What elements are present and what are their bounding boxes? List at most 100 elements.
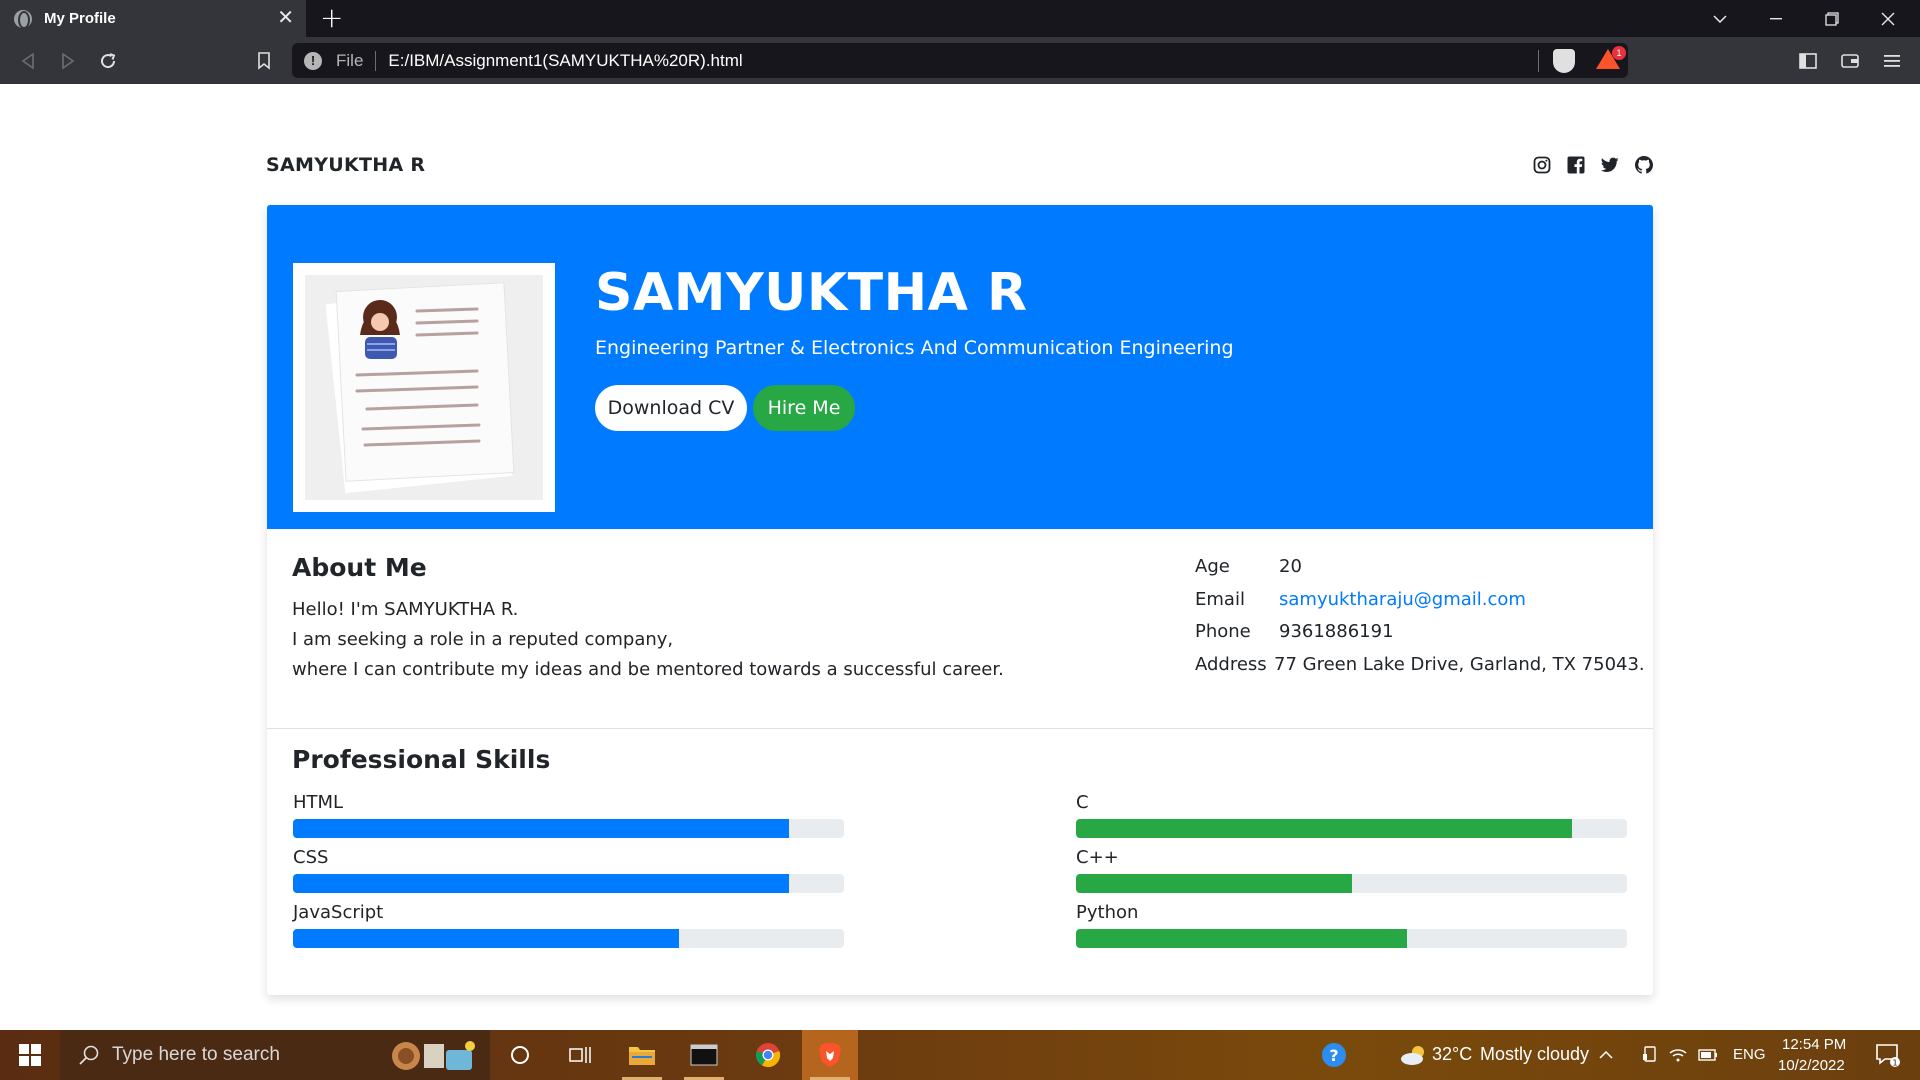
- skill-fill-css: [293, 874, 789, 893]
- info-key-phone: Phone: [1195, 621, 1251, 642]
- skill-label-html: HTML: [293, 792, 344, 813]
- about-line-1: Hello! I'm SAMYUKTHA R.: [292, 599, 519, 620]
- search-icon: [78, 1044, 100, 1066]
- about-line-2: I am seeking a role in a reputed company…: [292, 629, 674, 650]
- search-placeholder: Type here to search: [112, 1044, 280, 1065]
- windows-logo-icon: [19, 1044, 41, 1066]
- sidebar-toggle-icon[interactable]: [1794, 47, 1822, 75]
- hire-me-button[interactable]: Hire Me: [753, 385, 855, 431]
- taskbar-search[interactable]: Type here to search: [60, 1030, 490, 1080]
- page-viewport: SAMYUKTHA R SAMYUKTHA R Engineering Part…: [0, 84, 1920, 1030]
- close-window-button[interactable]: [1860, 0, 1916, 37]
- browser-tab-bar: My Profile ✕ +: [0, 0, 1920, 37]
- restore-button[interactable]: [1804, 0, 1860, 37]
- device-icon[interactable]: [1636, 1030, 1664, 1080]
- skill-label-javascript: JavaScript: [293, 902, 384, 923]
- github-icon[interactable]: [1634, 155, 1654, 175]
- weather-temperature[interactable]: 32°C: [1432, 1044, 1472, 1065]
- search-highlight-illustration: [384, 1036, 482, 1074]
- avatar: [293, 263, 555, 512]
- language-indicator[interactable]: ENG: [1733, 1046, 1766, 1063]
- skill-bar-css: [293, 874, 844, 893]
- skill-bar-cpp: [1076, 874, 1627, 893]
- tab-title: My Profile: [44, 10, 116, 27]
- url-separator: [375, 50, 377, 71]
- svg-text:?: ?: [1329, 1046, 1338, 1065]
- wifi-icon[interactable]: [1664, 1030, 1692, 1080]
- skill-label-cpp: C++: [1076, 847, 1119, 868]
- terminal-icon[interactable]: [676, 1030, 732, 1080]
- menu-icon[interactable]: [1878, 47, 1906, 75]
- chrome-icon[interactable]: [740, 1030, 796, 1080]
- download-cv-button[interactable]: Download CV: [595, 385, 747, 431]
- clock-time[interactable]: 12:54 PM: [1782, 1036, 1846, 1053]
- skill-fill-c: [1076, 819, 1572, 838]
- chevron-up-icon[interactable]: [1592, 1030, 1620, 1080]
- brave-shields-icon[interactable]: [1553, 49, 1575, 73]
- brave-browser-icon[interactable]: [802, 1030, 858, 1080]
- file-explorer-icon[interactable]: [614, 1030, 670, 1080]
- skill-label-python: Python: [1076, 902, 1139, 923]
- skill-label-css: CSS: [293, 847, 329, 868]
- new-tab-button[interactable]: +: [320, 3, 343, 33]
- info-key-address: Address: [1195, 654, 1267, 675]
- url-scheme-label: File: [336, 50, 364, 70]
- skills-title: Professional Skills: [292, 745, 551, 774]
- instagram-icon[interactable]: [1532, 155, 1552, 175]
- bookmark-icon[interactable]: [250, 47, 278, 75]
- help-icon[interactable]: ?: [1306, 1030, 1362, 1080]
- tab-search-chevron-icon[interactable]: [1692, 0, 1748, 37]
- back-button[interactable]: [14, 47, 42, 75]
- hero-subtitle: Engineering Partner & Electronics And Co…: [595, 337, 1234, 359]
- address-bar[interactable]: ! File E:/IBM/Assignment1(SAMYUKTHA%20R)…: [292, 43, 1628, 78]
- url-text[interactable]: E:/IBM/Assignment1(SAMYUKTHA%20R).html: [388, 51, 742, 71]
- resume-illustration: [305, 275, 543, 500]
- browser-toolbar: ! File E:/IBM/Assignment1(SAMYUKTHA%20R)…: [0, 37, 1920, 84]
- notifications-icon[interactable]: 1: [1868, 1030, 1908, 1080]
- windows-taskbar: Type here to search ? 32°C Mostly cloudy: [0, 1030, 1920, 1080]
- clock-date[interactable]: 10/2/2022: [1778, 1057, 1845, 1074]
- info-value-address: 77 Green Lake Drive, Garland, TX 75043.: [1274, 654, 1645, 675]
- rewards-badge: 1: [1612, 46, 1626, 60]
- email-link[interactable]: samyuktharaju@gmail.com: [1279, 589, 1526, 610]
- about-title: About Me: [292, 553, 427, 582]
- skill-label-c: C: [1076, 792, 1089, 813]
- info-key-age: Age: [1195, 556, 1230, 577]
- forward-button[interactable]: [54, 47, 82, 75]
- site-header: SAMYUKTHA R: [266, 150, 1654, 180]
- toolbar-divider: [1538, 50, 1539, 72]
- notification-count: 1: [1892, 1059, 1897, 1068]
- info-value-phone: 9361886191: [1279, 621, 1394, 642]
- twitter-icon[interactable]: [1600, 155, 1620, 175]
- profile-card: SAMYUKTHA R Engineering Partner & Electr…: [267, 205, 1653, 995]
- skill-bar-html: [293, 819, 844, 838]
- battery-icon[interactable]: [1694, 1030, 1722, 1080]
- browser-tab[interactable]: My Profile ✕: [0, 0, 306, 37]
- site-brand[interactable]: SAMYUKTHA R: [266, 154, 425, 176]
- facebook-icon[interactable]: [1566, 155, 1586, 175]
- skill-fill-html: [293, 819, 789, 838]
- info-value-age: 20: [1279, 556, 1302, 577]
- site-info-icon[interactable]: !: [304, 51, 322, 70]
- globe-icon: [14, 9, 32, 29]
- info-key-email: Email: [1195, 589, 1245, 610]
- hero-name: SAMYUKTHA R: [595, 263, 1028, 323]
- hero-section: SAMYUKTHA R Engineering Partner & Electr…: [267, 205, 1653, 529]
- minimize-button[interactable]: [1748, 0, 1804, 37]
- start-button[interactable]: [0, 1030, 60, 1080]
- skill-fill-python: [1076, 929, 1407, 948]
- weather-condition[interactable]: Mostly cloudy: [1480, 1044, 1589, 1065]
- skill-fill-cpp: [1076, 874, 1352, 893]
- about-line-3: where I can contribute my ideas and be m…: [292, 659, 1004, 680]
- wallet-icon[interactable]: [1836, 47, 1864, 75]
- about-section: About Me Hello! I'm SAMYUKTHA R. I am se…: [267, 529, 1653, 729]
- task-view-icon[interactable]: [552, 1030, 608, 1080]
- reload-button[interactable]: [94, 47, 122, 75]
- tab-close-button[interactable]: ✕: [277, 7, 294, 27]
- skill-bar-python: [1076, 929, 1627, 948]
- skill-bar-javascript: [293, 929, 844, 948]
- social-links: [1532, 155, 1654, 175]
- cortana-icon[interactable]: [492, 1030, 548, 1080]
- skill-fill-javascript: [293, 929, 679, 948]
- skill-bar-c: [1076, 819, 1627, 838]
